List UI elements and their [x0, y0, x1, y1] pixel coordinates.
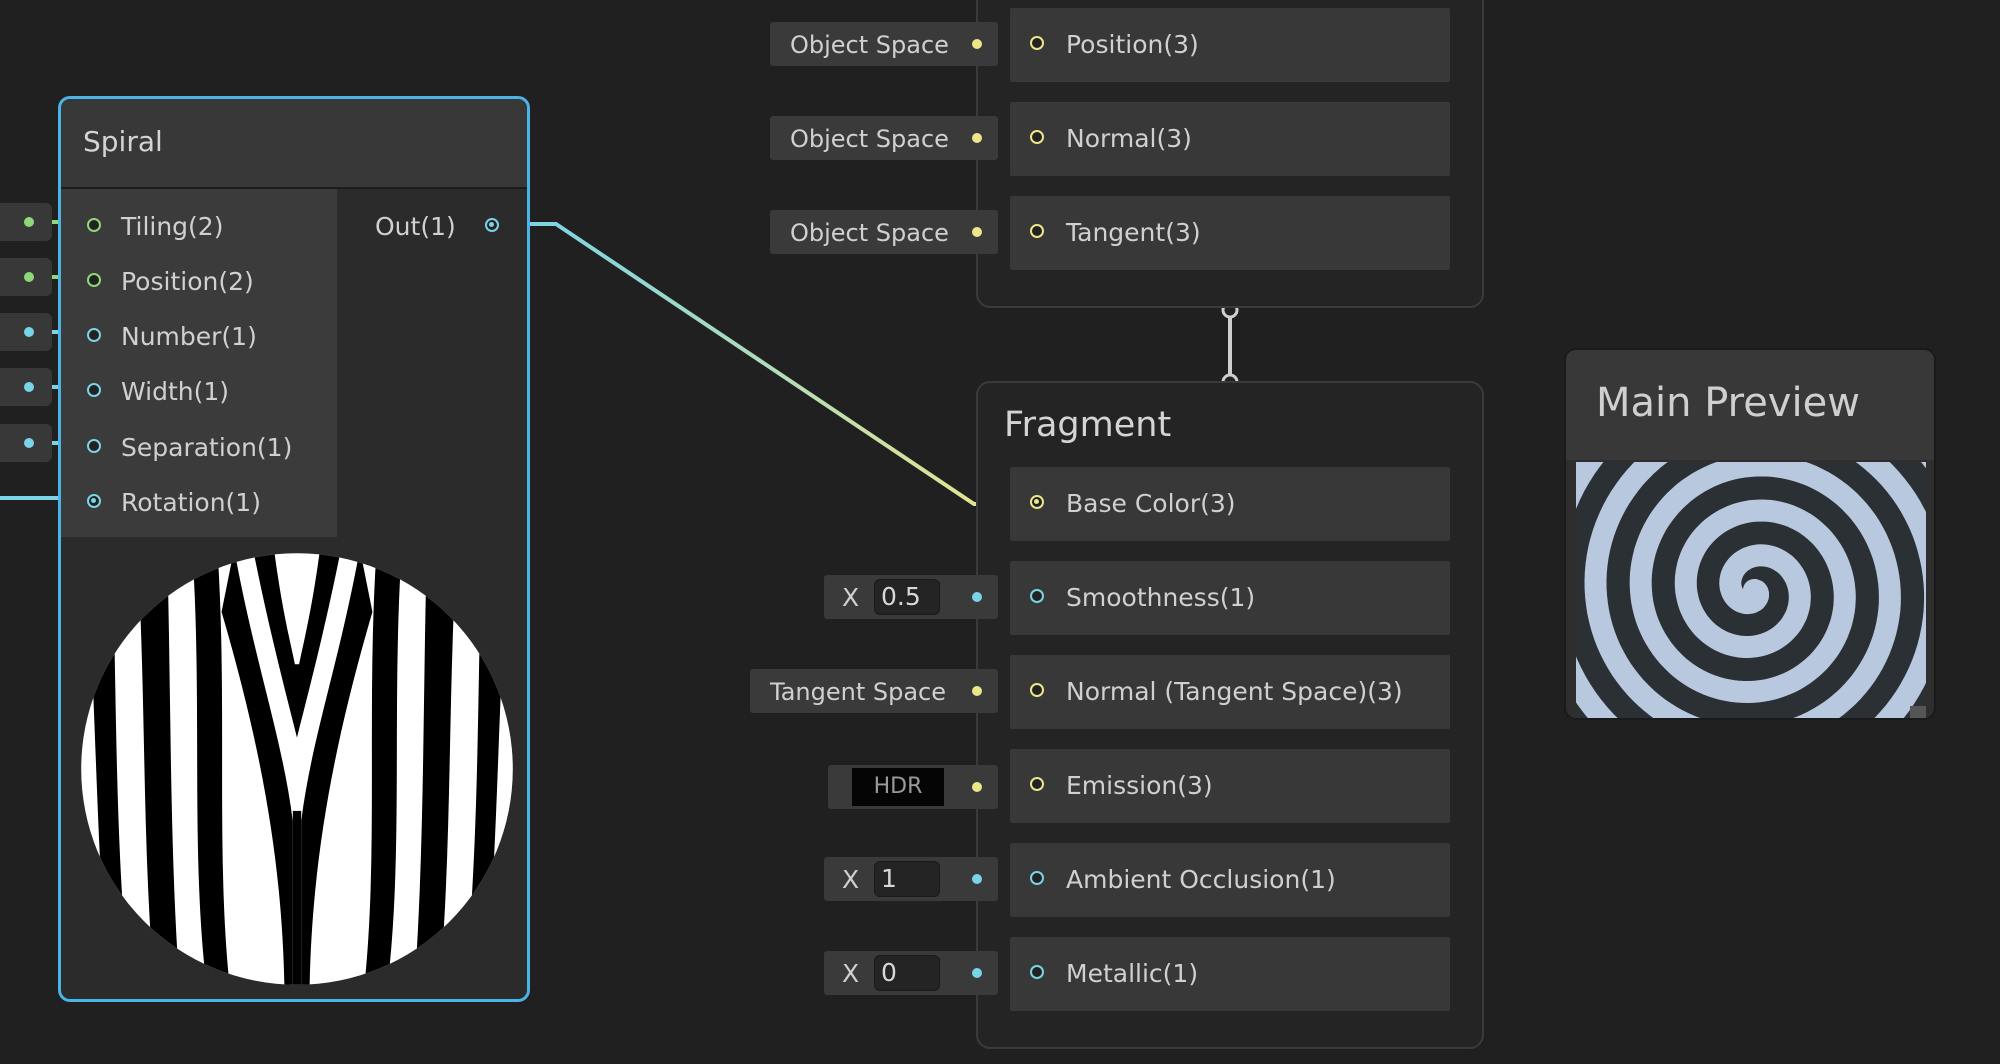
metallic-label: Metallic(1): [1066, 959, 1199, 988]
spiral-node-preview: [61, 539, 527, 999]
main-preview-spiral-image: [1576, 462, 1926, 718]
rotation-port[interactable]: [87, 494, 101, 508]
emission-block[interactable]: Emission(3): [1010, 749, 1450, 823]
rotation-label: Rotation(1): [121, 488, 261, 517]
position-space-dropdown[interactable]: Object Space: [770, 22, 998, 66]
smoothness-port[interactable]: [1030, 589, 1044, 603]
position-port[interactable]: [87, 273, 101, 287]
smoothness-block[interactable]: Smoothness(1): [1010, 561, 1450, 635]
smoothness-input[interactable]: 0.5: [874, 579, 940, 615]
normal-tangent-block[interactable]: Normal (Tangent Space)(3): [1010, 655, 1450, 729]
number-port[interactable]: [87, 328, 101, 342]
tiling-label: Tiling(2): [121, 212, 224, 241]
out-port[interactable]: [485, 218, 499, 232]
width-label: Width(1): [121, 377, 230, 406]
metallic-value-field[interactable]: X 0: [824, 951, 998, 995]
normal-space-value: Object Space: [790, 125, 949, 153]
smoothness-label: Smoothness(1): [1066, 583, 1256, 612]
spiral-node[interactable]: Spiral Tiling(2) Position(2) Number(1) W…: [58, 96, 530, 1002]
separation-label: Separation(1): [121, 433, 293, 462]
position-input-field[interactable]: [0, 258, 52, 296]
out-label: Out(1): [375, 212, 456, 241]
emission-color-field[interactable]: HDR: [828, 765, 998, 809]
metallic-input[interactable]: 0: [874, 955, 940, 991]
separation-input-field[interactable]: [0, 424, 52, 462]
spiral-node-title: Spiral: [83, 125, 163, 158]
metallic-block[interactable]: Metallic(1): [1010, 937, 1450, 1011]
main-preview-header[interactable]: Main Preview: [1566, 350, 1934, 460]
normal-tangent-label: Normal (Tangent Space)(3): [1066, 677, 1403, 706]
spiral-sphere-preview: [81, 553, 513, 985]
vertex-normal-port[interactable]: [1030, 130, 1044, 144]
main-preview-title: Main Preview: [1596, 380, 1860, 426]
main-preview-window[interactable]: Main Preview: [1564, 348, 1936, 720]
emission-hdr-swatch[interactable]: HDR: [852, 768, 944, 806]
spiral-node-header[interactable]: Spiral: [61, 99, 527, 189]
emission-port[interactable]: [1030, 777, 1044, 791]
metallic-port[interactable]: [1030, 965, 1044, 979]
metallic-axis-label: X: [842, 959, 860, 988]
tiling-port[interactable]: [87, 218, 101, 232]
base-color-port[interactable]: [1030, 495, 1044, 509]
base-color-label: Base Color(3): [1066, 489, 1236, 518]
fragment-title: Fragment: [1004, 405, 1172, 445]
base-color-block[interactable]: Base Color(3): [1010, 467, 1450, 541]
separation-port[interactable]: [87, 439, 101, 453]
number-label: Number(1): [121, 322, 257, 351]
vertex-tangent-label: Tangent(3): [1066, 218, 1201, 247]
vertex-tangent-port[interactable]: [1030, 224, 1044, 238]
tangent-space-value: Object Space: [790, 219, 949, 247]
normal-tangent-port[interactable]: [1030, 683, 1044, 697]
number-input-field[interactable]: [0, 313, 52, 351]
vertex-normal-label: Normal(3): [1066, 124, 1192, 153]
width-input-field[interactable]: [0, 368, 52, 406]
normal-space-dropdown[interactable]: Object Space: [770, 116, 998, 160]
vertex-tangent-block[interactable]: Tangent(3): [1010, 196, 1450, 270]
ambient-occlusion-port[interactable]: [1030, 871, 1044, 885]
vertex-position-port[interactable]: [1030, 36, 1044, 50]
smoothness-value-field[interactable]: X 0.5: [824, 575, 998, 619]
spiral-output-ports: Out(1): [337, 189, 527, 537]
ambient-occlusion-block[interactable]: Ambient Occlusion(1): [1010, 843, 1450, 917]
vertex-position-label: Position(3): [1066, 30, 1199, 59]
position-space-value: Object Space: [790, 31, 949, 59]
normal-space-selector-value: Tangent Space: [770, 678, 946, 706]
ambient-occlusion-input[interactable]: 1: [874, 861, 940, 897]
vertex-position-block[interactable]: Position(3): [1010, 8, 1450, 82]
position-label: Position(2): [121, 267, 254, 296]
ambient-occlusion-label: Ambient Occlusion(1): [1066, 865, 1336, 894]
emission-label: Emission(3): [1066, 771, 1213, 800]
width-port[interactable]: [87, 383, 101, 397]
smoothness-axis-label: X: [842, 583, 860, 612]
tangent-space-dropdown[interactable]: Object Space: [770, 210, 998, 254]
vertex-normal-block[interactable]: Normal(3): [1010, 102, 1450, 176]
wire-spiral-to-base-color: [496, 222, 1040, 506]
spiral-input-ports: Tiling(2) Position(2) Number(1) Width(1)…: [61, 189, 337, 537]
ambient-occlusion-axis-label: X: [842, 865, 860, 894]
normal-space-selector[interactable]: Tangent Space: [750, 669, 998, 713]
ambient-occlusion-value-field[interactable]: X 1: [824, 857, 998, 901]
tiling-input-field[interactable]: [0, 203, 52, 241]
